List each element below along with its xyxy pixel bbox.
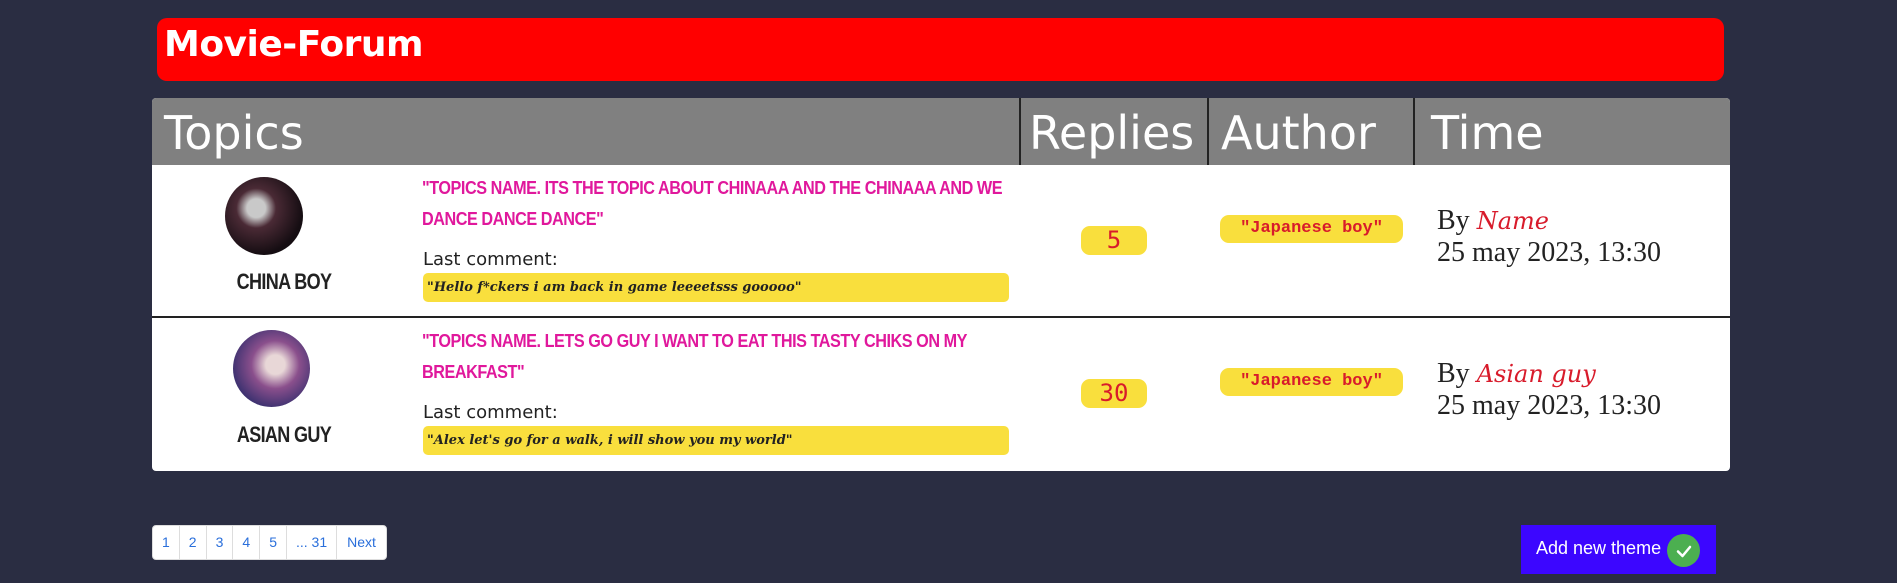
- replies-count: 30: [1081, 379, 1147, 408]
- page-link-5[interactable]: 5: [260, 526, 287, 559]
- time-cell: By Name 25 may 2023, 13:30: [1437, 205, 1661, 268]
- last-comment-label: Last comment:: [423, 249, 558, 270]
- username[interactable]: ASIAN GUY: [209, 422, 360, 448]
- page-link-2[interactable]: 2: [180, 526, 207, 559]
- last-comment[interactable]: "Alex let's go for a walk, i will show y…: [423, 426, 1009, 455]
- topic-title[interactable]: "Topics name. its the topic about chinaa…: [422, 173, 1007, 235]
- page-link-3[interactable]: 3: [207, 526, 234, 559]
- last-comment[interactable]: "Hello f*ckers i am back in game leeeets…: [423, 273, 1009, 302]
- forum-title: Movie-Forum: [164, 24, 423, 65]
- by-name[interactable]: Name: [1477, 207, 1549, 235]
- add-new-theme-label: Add new theme: [1536, 538, 1662, 558]
- next-page-link[interactable]: Next: [337, 526, 386, 559]
- avatar[interactable]: [225, 177, 303, 255]
- forum-header: Movie-Forum: [157, 18, 1724, 81]
- author-badge[interactable]: "Japanese boy": [1220, 368, 1403, 396]
- replies-count: 5: [1081, 226, 1147, 255]
- add-new-theme-button[interactable]: Add new theme: [1521, 525, 1716, 574]
- last-comment-label: Last comment:: [423, 402, 558, 423]
- by-label: By: [1437, 205, 1470, 236]
- column-time: Time: [1413, 98, 1730, 165]
- table-row: CHINA BOY "Topics name. its the topic ab…: [152, 165, 1730, 318]
- username[interactable]: CHINA BOY: [209, 269, 360, 295]
- column-replies: Replies: [1019, 98, 1206, 165]
- column-topics: Topics: [164, 106, 304, 160]
- table-row: ASIAN GUY "Topics name. lets go guy i wa…: [152, 318, 1730, 471]
- by-label: By: [1437, 358, 1470, 389]
- topics-table: Topics Replies Author Time CHINA BOY "To…: [152, 98, 1730, 471]
- topic-title[interactable]: "Topics name. lets go guy i want to eat …: [422, 326, 1007, 388]
- time-cell: By Asian guy 25 may 2023, 13:30: [1437, 358, 1661, 421]
- check-icon: [1667, 534, 1700, 567]
- table-header: Topics Replies Author Time: [152, 98, 1730, 165]
- page-link-4[interactable]: 4: [233, 526, 261, 559]
- timestamp: 25 may 2023, 13:30: [1437, 237, 1661, 268]
- page-link-1[interactable]: 1: [153, 526, 180, 559]
- avatar[interactable]: [233, 330, 310, 407]
- author-badge[interactable]: "Japanese boy": [1220, 215, 1403, 243]
- page-link-last[interactable]: ... 31: [287, 526, 338, 559]
- pagination: 1 2 3 4 5 ... 31 Next: [152, 525, 387, 560]
- timestamp: 25 may 2023, 13:30: [1437, 390, 1661, 421]
- by-name[interactable]: Asian guy: [1477, 360, 1596, 388]
- column-author: Author: [1207, 98, 1413, 165]
